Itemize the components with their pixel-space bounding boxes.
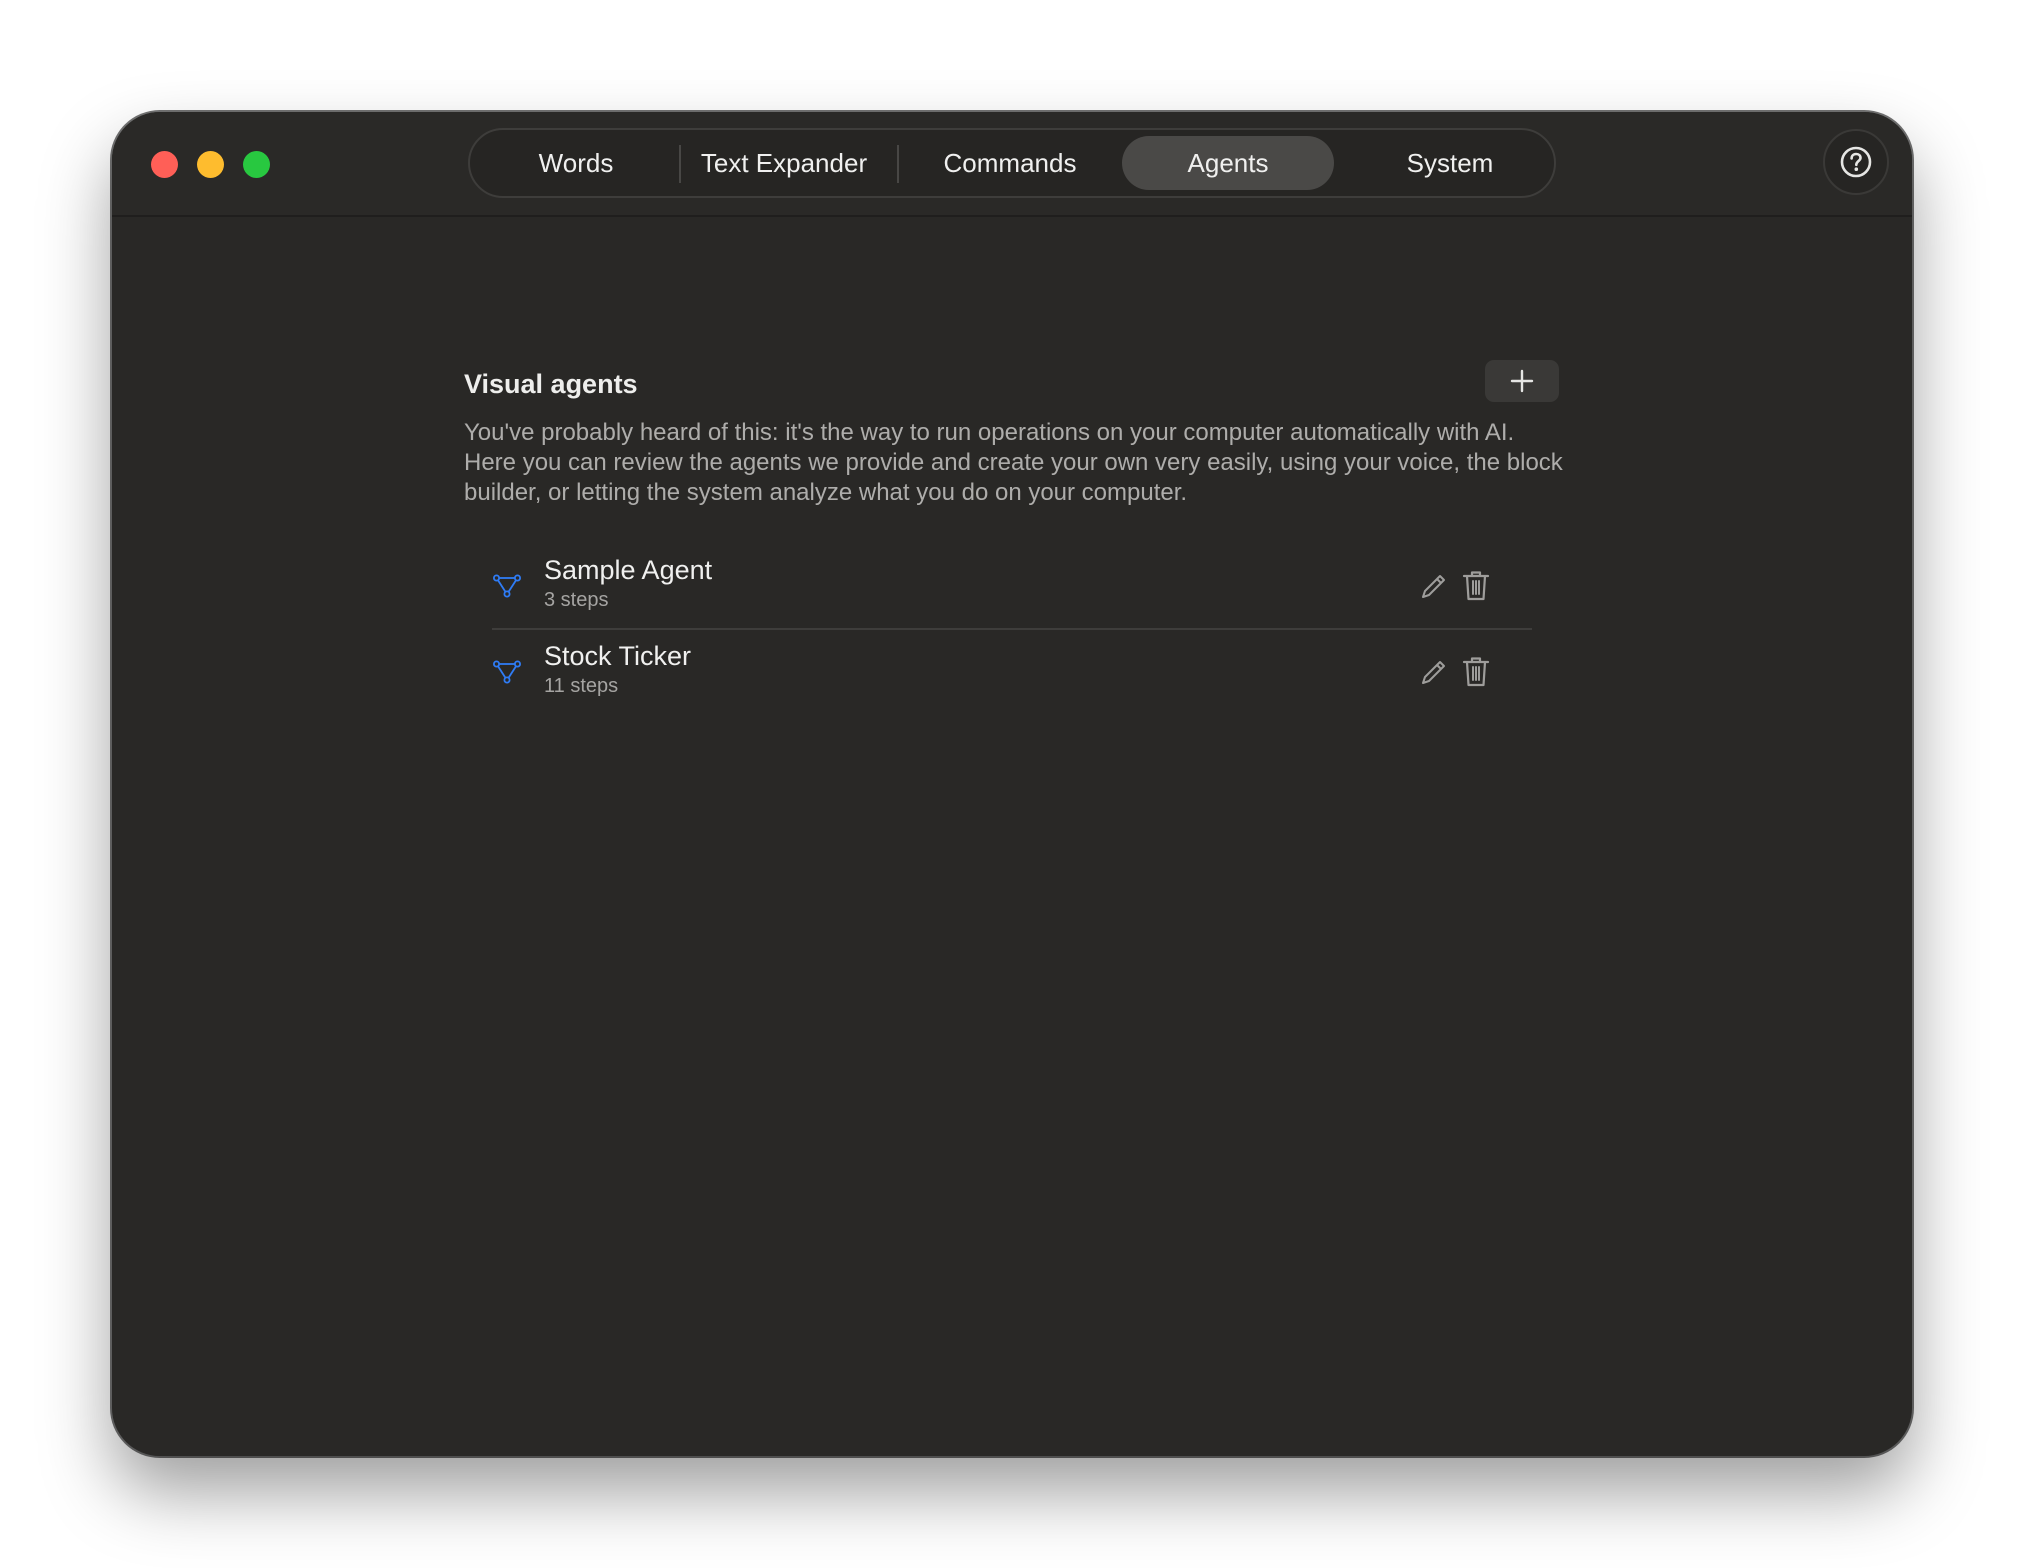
section-description: You've probably heard of this: it's the … [464, 419, 1563, 506]
tab-agents[interactable]: Agents [1122, 136, 1334, 190]
agent-name: Sample Agent [544, 555, 713, 585]
workflow-nodes-icon [493, 574, 521, 598]
close-window-button[interactable] [151, 151, 178, 178]
agent-steps-count: 11 steps [544, 675, 619, 697]
edit-agent-button[interactable] [1418, 658, 1448, 688]
agent-row[interactable]: Sample Agent 3 steps [492, 544, 1532, 630]
agent-name: Stock Ticker [544, 641, 692, 671]
help-button[interactable] [1823, 129, 1889, 195]
tab-divider [897, 145, 899, 183]
agent-steps-count: 3 steps [544, 589, 609, 611]
tab-system[interactable]: System [1352, 136, 1548, 190]
tab-divider [679, 145, 681, 183]
minimize-window-button[interactable] [197, 151, 224, 178]
tab-commands[interactable]: Commands [912, 136, 1108, 190]
maximize-window-button[interactable] [243, 151, 270, 178]
app-window: Words Text Expander Commands Agents Syst… [112, 112, 1912, 1456]
tab-text-expander[interactable]: Text Expander [686, 136, 882, 190]
agent-list: Sample Agent 3 steps Stock Ticker 11 ste… [492, 544, 1532, 714]
add-agent-button[interactable] [1485, 360, 1559, 402]
tab-words[interactable]: Words [502, 136, 650, 190]
plus-icon [1510, 369, 1534, 393]
workflow-nodes-icon [493, 660, 521, 684]
title-bar: Words Text Expander Commands Agents Syst… [112, 112, 1912, 217]
delete-agent-button[interactable] [1461, 569, 1491, 603]
section-title: Visual agents [464, 369, 638, 399]
agent-row[interactable]: Stock Ticker 11 steps [492, 630, 1532, 714]
edit-agent-button[interactable] [1418, 572, 1448, 602]
tab-bar: Words Text Expander Commands Agents Syst… [468, 128, 1556, 198]
delete-agent-button[interactable] [1461, 655, 1491, 689]
question-mark-icon [1840, 146, 1872, 178]
